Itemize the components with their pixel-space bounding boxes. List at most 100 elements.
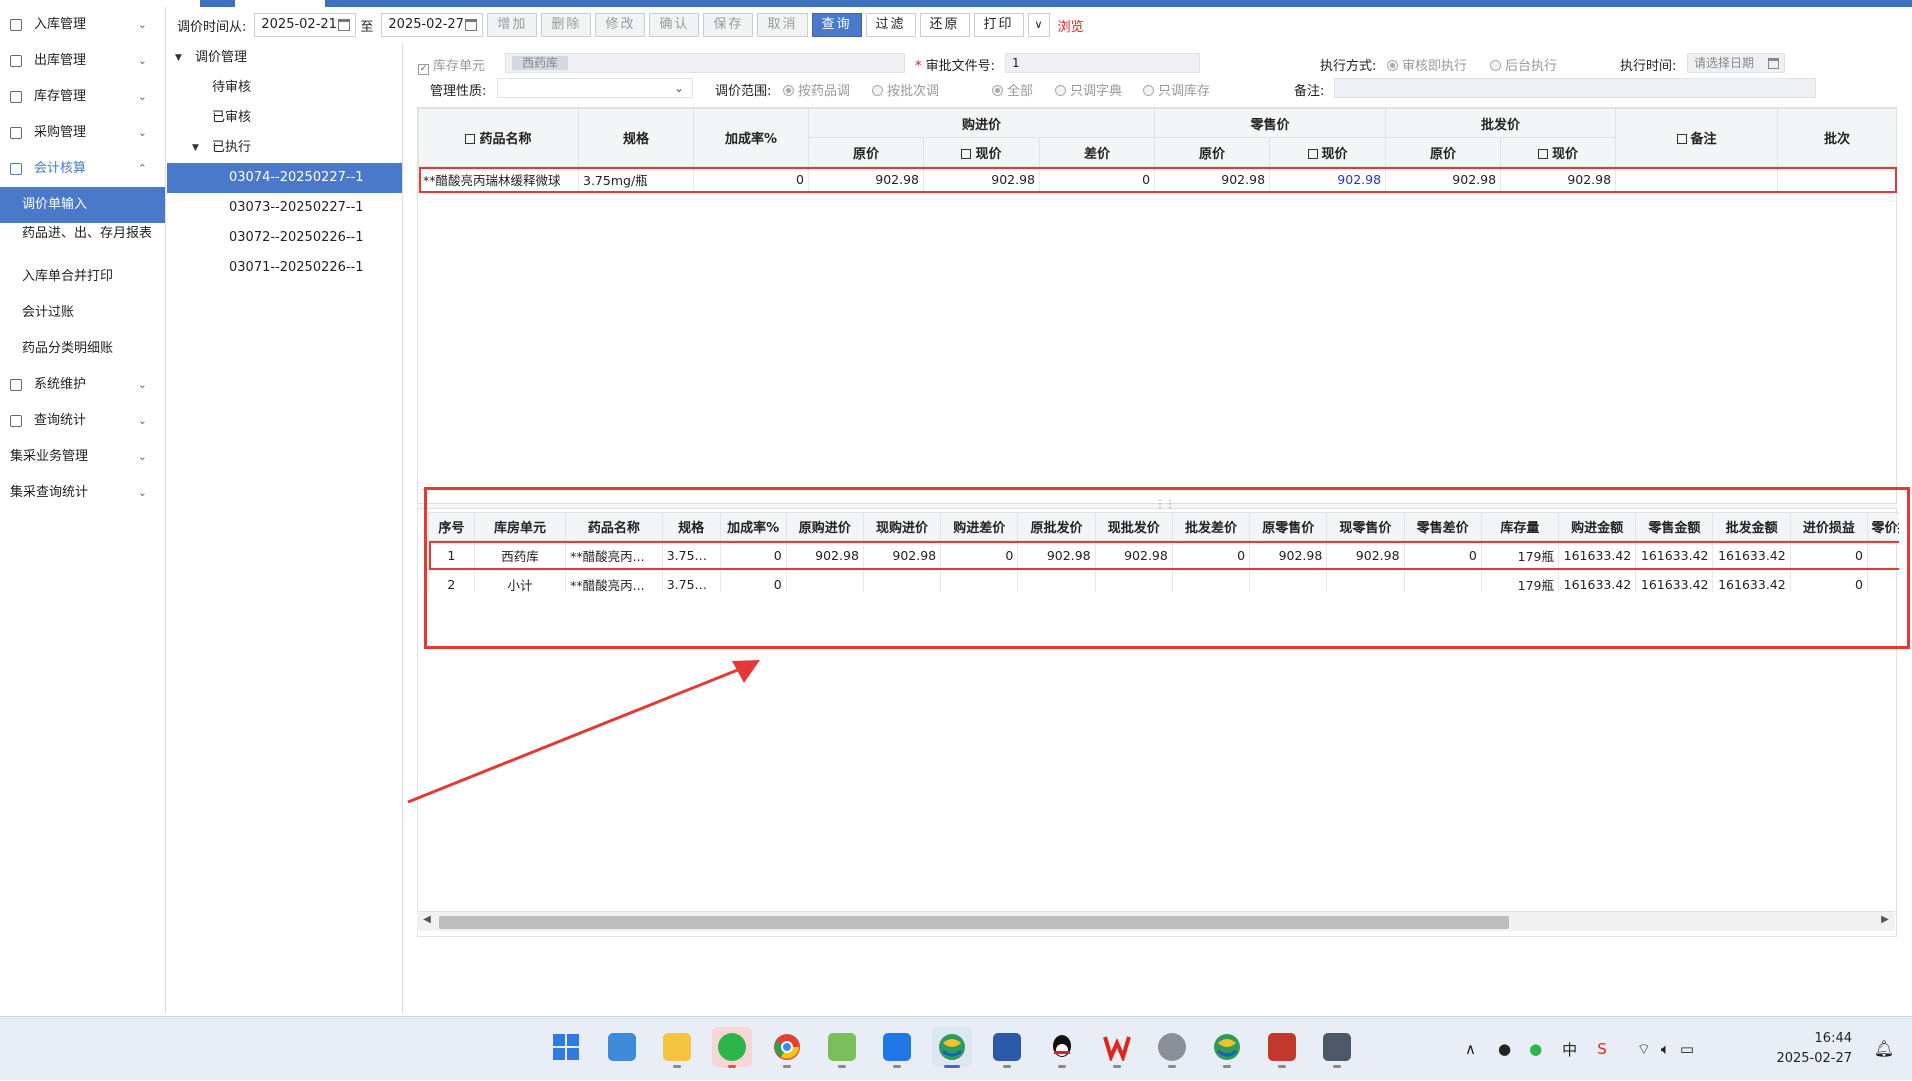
cell-purchase-diff[interactable]: 0 bbox=[1038, 166, 1156, 193]
wps-icon[interactable] bbox=[1097, 1027, 1137, 1068]
add-button[interactable]: 增加 bbox=[487, 13, 538, 37]
remark-field[interactable] bbox=[1334, 78, 1816, 98]
confirm-button[interactable]: 确认 bbox=[649, 13, 700, 37]
mgmt-select[interactable]: ⌄ bbox=[497, 78, 693, 98]
app-tray-icon[interactable]: S bbox=[1597, 1040, 1607, 1058]
qq-icon[interactable] bbox=[1042, 1027, 1082, 1068]
cell-wholesale-current[interactable]: 902.98 bbox=[1500, 166, 1617, 193]
tree-doc-item[interactable]: 03072--20250226--1 bbox=[167, 223, 402, 253]
cell-retail-original[interactable]: 902.98 bbox=[1154, 166, 1271, 193]
col-batch[interactable]: 批次 bbox=[1777, 108, 1898, 167]
table-row[interactable]: **醋酸亮丙瑞林缓释微球 3.75mg/瓶 0 902.98 902.98 0 … bbox=[418, 166, 1898, 193]
calendar-icon[interactable] bbox=[1768, 58, 1779, 69]
col-purchase-current[interactable]: 现价 bbox=[923, 137, 1040, 167]
cell-drug-name[interactable]: **醋酸亮丙瑞林缓释微球 bbox=[418, 166, 579, 193]
col-purchase-original[interactable]: 原价 bbox=[808, 137, 924, 167]
col-purchase-diff[interactable]: 差价 bbox=[1038, 137, 1156, 167]
nav-group-outbound[interactable]: 出库管理 ⌄ bbox=[0, 43, 165, 79]
notification-icon[interactable]: 🔔︎ bbox=[1874, 1039, 1894, 1058]
chrome-icon[interactable] bbox=[767, 1027, 807, 1068]
print-dropdown-icon[interactable]: ∨ bbox=[1027, 13, 1050, 37]
range-by-item-radio[interactable]: 按药品调 bbox=[783, 80, 850, 99]
cell-remark[interactable] bbox=[1615, 166, 1779, 193]
checkbox-icon[interactable]: ✓ bbox=[418, 64, 429, 75]
exec-mode-immediate-radio[interactable]: 审核即执行 bbox=[1387, 55, 1467, 74]
feishu-icon[interactable] bbox=[877, 1027, 917, 1068]
edit-button[interactable]: 修改 bbox=[595, 13, 646, 37]
scope-stock-radio[interactable]: 只调库存 bbox=[1143, 80, 1210, 99]
approval-doc-field[interactable]: 1 bbox=[1005, 53, 1200, 73]
col-spec[interactable]: 规格 bbox=[578, 108, 694, 167]
file-explorer-icon[interactable] bbox=[657, 1027, 697, 1068]
nav-item-merge-print[interactable]: 入库单合并打印 bbox=[0, 259, 165, 295]
nav-group-query[interactable]: 查询统计 ⌄ bbox=[0, 403, 165, 439]
cell-wholesale-original[interactable]: 902.98 bbox=[1385, 166, 1502, 193]
scroll-right-icon[interactable]: ▶ bbox=[1877, 914, 1893, 925]
print-button[interactable]: 打印 bbox=[973, 13, 1024, 37]
cell-batch[interactable] bbox=[1777, 166, 1898, 193]
calendar-icon[interactable] bbox=[338, 19, 351, 31]
tree-doc-item[interactable]: 03073--20250227--1 bbox=[167, 193, 402, 223]
save-button[interactable]: 保存 bbox=[703, 13, 754, 37]
tree-root[interactable]: ▼ 调价管理 bbox=[167, 43, 402, 73]
battery-icon[interactable]: ▭ bbox=[1680, 1040, 1694, 1058]
nav-item-monthly-report[interactable]: 药品进、出、存月报表 bbox=[0, 223, 165, 259]
nav-item-posting[interactable]: 会计过账 bbox=[0, 295, 165, 331]
clock[interactable]: 16:44 2025-02-27 bbox=[1776, 1029, 1852, 1069]
nav-group-inventory[interactable]: 库存管理 ⌄ bbox=[0, 79, 165, 115]
wifi-icon[interactable]: ⌔ bbox=[1637, 1040, 1651, 1059]
nav-group-purchase[interactable]: 采购管理 ⌄ bbox=[0, 115, 165, 151]
date-to-input[interactable]: 2025-02-27 bbox=[381, 13, 484, 37]
tree-node-pending[interactable]: 待审核 bbox=[167, 73, 402, 103]
remote-desktop-icon[interactable] bbox=[987, 1027, 1027, 1068]
nav-item-category-ledger[interactable]: 药品分类明细账 bbox=[0, 331, 165, 367]
col-wholesale-current[interactable]: 现价 bbox=[1500, 137, 1617, 167]
caret-down-icon[interactable]: ▼ bbox=[175, 43, 182, 73]
cancel-button[interactable]: 取消 bbox=[757, 13, 808, 37]
calendar-icon[interactable] bbox=[465, 19, 478, 31]
nav-item-price-adjust-input[interactable]: 调价单输入 bbox=[0, 187, 165, 223]
browse-link[interactable]: 浏览 bbox=[1058, 16, 1084, 35]
nav-group-inbound[interactable]: 入库管理 ⌄ bbox=[0, 7, 165, 43]
cell-purchase-original[interactable]: 902.98 bbox=[808, 166, 924, 193]
col-retail-original[interactable]: 原价 bbox=[1154, 137, 1271, 167]
scope-dict-radio[interactable]: 只调字典 bbox=[1055, 80, 1122, 99]
col-markup[interactable]: 加成率% bbox=[693, 108, 809, 167]
scroll-left-icon[interactable]: ◀ bbox=[419, 914, 435, 925]
tree-node-approved[interactable]: 已审核 bbox=[167, 103, 402, 133]
wechat-tray-icon[interactable]: ● bbox=[1529, 1040, 1542, 1058]
caret-down-icon[interactable]: ▼ bbox=[192, 133, 199, 163]
scope-all-radio[interactable]: 全部 bbox=[992, 80, 1033, 99]
cell-purchase-current[interactable]: 902.98 bbox=[923, 166, 1040, 193]
storage-unit-field[interactable]: 西药库 bbox=[505, 53, 905, 73]
photos-icon[interactable] bbox=[602, 1027, 642, 1067]
cell-retail-current[interactable]: 902.98 bbox=[1269, 166, 1387, 193]
exec-mode-background-radio[interactable]: 后台执行 bbox=[1490, 55, 1557, 74]
tree-doc-item[interactable]: 03071--20250226--1 bbox=[167, 253, 402, 283]
volume-icon[interactable]: 🔈︎ bbox=[1661, 1040, 1670, 1058]
col-remark[interactable]: 备注 bbox=[1615, 108, 1779, 167]
app-s2-icon[interactable] bbox=[1207, 1027, 1247, 1068]
range-by-batch-radio[interactable]: 按批次调 bbox=[872, 80, 939, 99]
media-icon[interactable] bbox=[1152, 1027, 1192, 1068]
tree-node-executed[interactable]: ▼ 已执行 bbox=[167, 133, 402, 163]
exec-time-input[interactable]: 请选择日期 bbox=[1687, 53, 1785, 73]
cell-spec[interactable]: 3.75mg/瓶 bbox=[578, 166, 694, 193]
app-s-icon[interactable] bbox=[932, 1027, 972, 1068]
qq-tray-icon[interactable]: ● bbox=[1498, 1040, 1511, 1058]
restore-button[interactable]: 还原 bbox=[919, 13, 970, 37]
horizontal-scrollbar[interactable]: ◀ ▶ bbox=[417, 911, 1895, 931]
ime-indicator[interactable]: 中 bbox=[1562, 1039, 1577, 1060]
tree-doc-item[interactable]: 03074--20250227--1 bbox=[167, 163, 402, 193]
wechat-icon[interactable] bbox=[712, 1027, 752, 1068]
calculator-icon[interactable] bbox=[1317, 1027, 1357, 1068]
col-wholesale-original[interactable]: 原价 bbox=[1385, 137, 1502, 167]
nav-group-accounting[interactable]: 会计核算 ⌃ bbox=[0, 151, 165, 187]
delete-button[interactable]: 删除 bbox=[541, 13, 592, 37]
nav-group-central-query[interactable]: 集采查询统计 ⌄ bbox=[0, 475, 165, 511]
col-drug-name[interactable]: 药品名称 bbox=[418, 108, 579, 167]
filter-button[interactable]: 过滤 bbox=[865, 13, 916, 37]
database-icon[interactable] bbox=[1262, 1027, 1302, 1068]
nav-group-central-purchase[interactable]: 集采业务管理 ⌄ bbox=[0, 439, 165, 475]
nav-group-system[interactable]: 系统维护 ⌄ bbox=[0, 367, 165, 403]
